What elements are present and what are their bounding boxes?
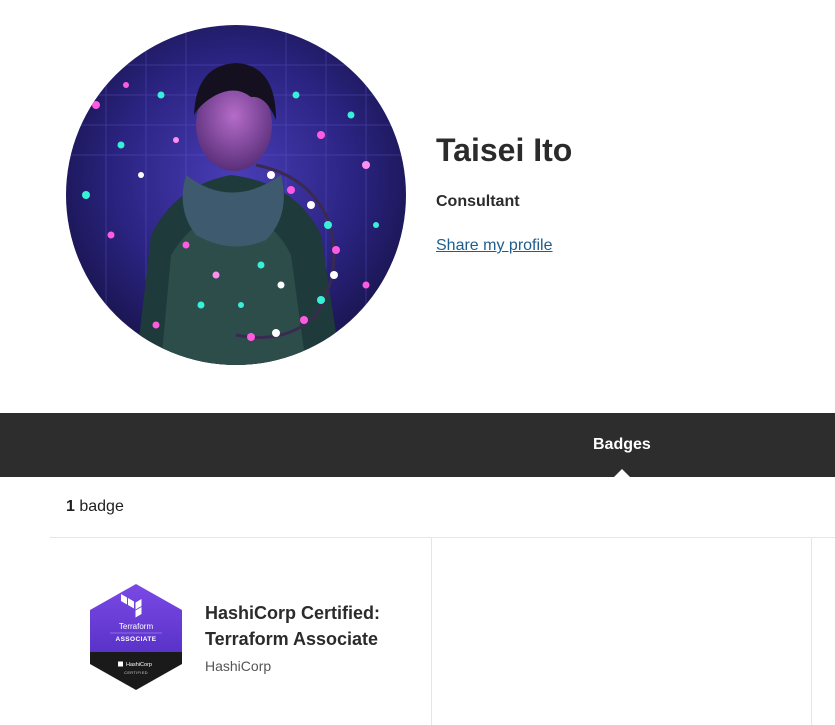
badge-count-number: 1: [66, 498, 75, 515]
profile-tabbar: Badges: [0, 413, 835, 477]
profile-avatar: [66, 25, 406, 365]
card-divider: [431, 538, 432, 725]
terraform-badge-icon: Terraform ASSOCIATE HashiCorp CERTIFIED: [90, 584, 182, 690]
svg-text:CERTIFIED: CERTIFIED: [124, 670, 148, 675]
tab-badges[interactable]: Badges: [593, 435, 651, 455]
badge-card[interactable]: Terraform ASSOCIATE HashiCorp CERTIFIED …: [50, 538, 431, 725]
profile-header: Taisei Ito Consultant Share my profile: [0, 0, 835, 413]
badge-issuer: HashiCorp: [205, 658, 272, 674]
avatar-photo: [66, 25, 406, 365]
profile-title: Consultant: [436, 193, 520, 210]
svg-text:Terraform: Terraform: [119, 622, 154, 631]
svg-text:ASSOCIATE: ASSOCIATE: [115, 636, 156, 643]
badge-count-label: badge: [79, 498, 124, 515]
badge-count: 1 badge: [66, 497, 124, 517]
profile-name: Taisei Ito: [436, 132, 573, 168]
card-divider: [811, 538, 812, 725]
badge-name[interactable]: HashiCorp Certified: Terraform Associate: [205, 600, 415, 652]
share-profile-link[interactable]: Share my profile: [436, 236, 553, 256]
profile-info: Taisei Ito Consultant Share my profile: [436, 130, 572, 256]
active-tab-indicator: [614, 469, 630, 477]
svg-text:HashiCorp: HashiCorp: [126, 662, 152, 668]
